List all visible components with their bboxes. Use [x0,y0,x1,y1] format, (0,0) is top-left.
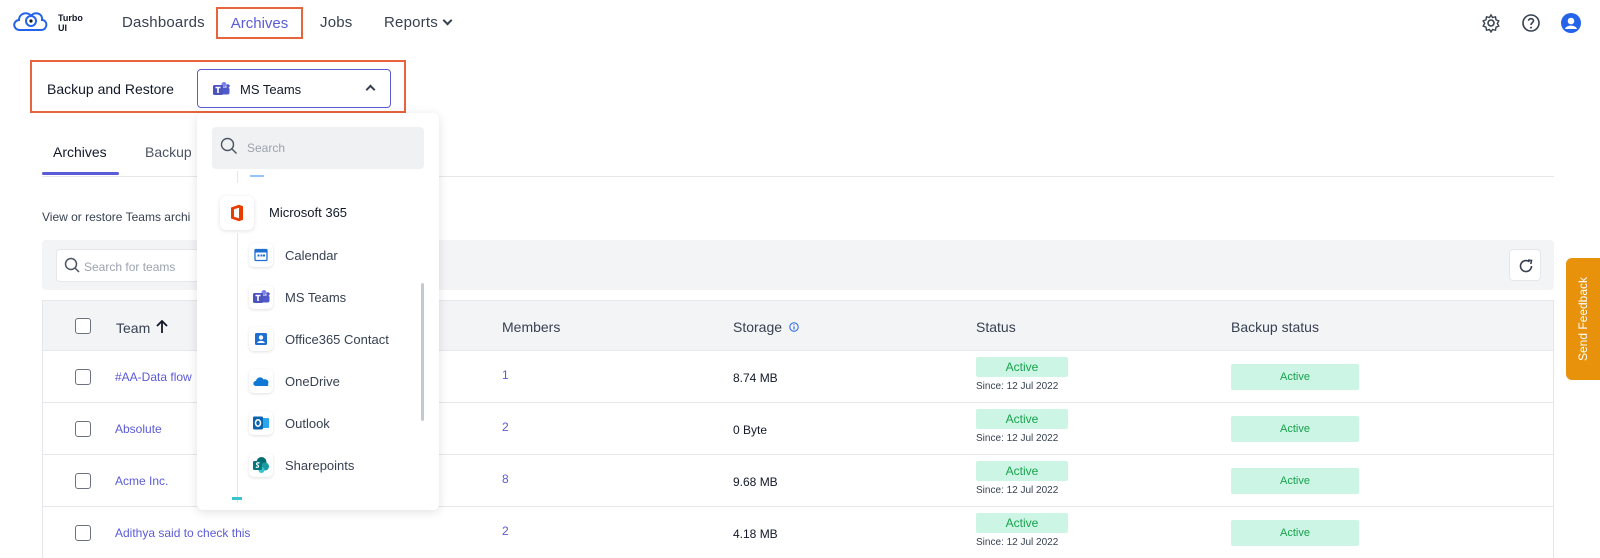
tab-backup[interactable]: Backup [145,144,192,160]
dropdown-item-sharepoints[interactable]: Sharepoints [197,445,439,485]
members-count-link[interactable]: 1 [502,368,509,382]
dropdown-item-label: OneDrive [285,374,340,389]
dropdown-item-calendar[interactable]: Calendar [197,235,439,275]
dropdown-search-input[interactable] [212,127,424,169]
user-avatar-icon[interactable] [1561,13,1581,33]
refresh-button[interactable] [1509,249,1541,281]
row-checkbox[interactable] [75,369,91,385]
dropdown-item-label: MS Teams [285,290,347,305]
status-since: Since: 12 Jul 2022 [976,485,1059,496]
status-since: Since: 12 Jul 2022 [976,433,1059,444]
dropdown-search-placeholder: Search [247,141,286,155]
search-icon [64,257,80,273]
dropdown-item-label: Office365 Contact [285,332,389,347]
header-status: Status [976,319,1016,335]
status-badge: Active [976,357,1068,377]
team-name-link[interactable]: Adithya said to check this [115,526,250,540]
backup-status-badge: Active [1231,416,1359,442]
status-badge: Active [976,461,1068,481]
header-storage-label: Storage [733,319,783,335]
active-tab-indicator [42,172,119,175]
page-description: View or restore Teams archi [42,210,191,224]
dropdown-item-onedrive[interactable]: OneDrive [197,361,439,401]
header-backup-status: Backup status [1231,319,1319,335]
header-members: Members [502,319,561,335]
backup-status-badge: Active [1231,468,1359,494]
microsoft-365-label[interactable]: Microsoft 365 [269,205,347,220]
row-checkbox[interactable] [75,421,91,437]
members-count-link[interactable]: 2 [502,524,509,538]
header-team-label: Team [116,320,151,336]
nav-dashboards[interactable]: Dashboards [122,14,205,31]
dropdown-item-ms-teams[interactable]: MS Teams [197,277,439,317]
members-count-link[interactable]: 8 [502,472,509,486]
cloud-logo-icon [13,12,48,31]
sort-ascending-icon [156,319,168,333]
storage-value: 9.68 MB [733,475,778,489]
send-feedback-button[interactable]: Send Feedback [1566,258,1600,380]
search-icon [220,137,237,154]
top-navbar: Turbo UI Dashboards Archives Jobs Report… [0,0,1600,46]
chevron-down-icon [442,15,453,26]
nav-archives[interactable]: Archives [216,7,303,39]
backup-status-badge: Active [1231,520,1359,546]
header-storage: Storage [733,319,799,335]
send-feedback-label: Send Feedback [1576,276,1590,362]
microsoft-365-group[interactable] [220,196,254,230]
partial-item-icon [250,171,264,177]
refresh-icon [1519,259,1533,273]
team-name-link[interactable]: Absolute [115,422,162,436]
nav-reports-label: Reports [384,14,438,31]
team-search-placeholder: Search for teams [84,260,176,274]
storage-value: 4.18 MB [733,527,778,541]
help-circle-icon[interactable] [1521,13,1541,33]
status-since: Since: 12 Jul 2022 [976,537,1059,548]
table-row: Adithya said to check this 2 4.18 MB Act… [43,507,1553,558]
sharepoint-icon [249,453,273,477]
outlook-icon [249,411,273,435]
dropdown-item-label: Calendar [285,248,338,263]
logo[interactable]: Turbo UI [10,6,90,38]
calendar-icon [249,243,273,267]
row-checkbox[interactable] [75,525,91,541]
status-badge: Active [976,513,1068,533]
row-checkbox[interactable] [75,473,91,489]
dropdown-item-label: Outlook [285,416,330,431]
ms-teams-icon [249,285,273,309]
status-badge: Active [976,409,1068,429]
dropdown-item-office365-contact[interactable]: Office365 Contact [197,319,439,359]
chevron-up-icon [365,84,376,95]
service-select-value: MS Teams [240,82,302,97]
team-name-link[interactable]: Acme Inc. [115,474,168,488]
partial-group-icon [232,497,242,503]
service-select[interactable]: MS Teams [197,69,391,108]
service-dropdown-menu: Search Microsoft 365 Calendar MS Teams O… [197,113,439,510]
select-all-checkbox[interactable] [75,318,91,334]
onedrive-icon [249,369,273,393]
info-icon[interactable] [789,322,799,332]
header-team[interactable]: Team [116,319,168,336]
dropdown-scrollbar[interactable] [421,283,424,421]
tab-archives[interactable]: Archives [53,144,107,160]
office-icon [231,204,243,222]
status-since: Since: 12 Jul 2022 [976,381,1059,392]
backup-status-badge: Active [1231,364,1359,390]
storage-value: 0 Byte [733,423,768,437]
team-name-link[interactable]: #AA-Data flow [115,370,192,384]
members-count-link[interactable]: 2 [502,420,509,434]
nav-jobs[interactable]: Jobs [320,14,353,31]
backup-restore-label: Backup and Restore [47,81,174,97]
dropdown-item-outlook[interactable]: Outlook [197,403,439,443]
gear-icon[interactable] [1481,13,1501,33]
logo-text: Turbo UI [58,13,83,33]
tree-connector [237,171,238,183]
dropdown-item-label: Sharepoints [285,458,355,473]
storage-value: 8.74 MB [733,371,778,385]
ms-teams-icon [213,82,230,95]
contact-icon [249,327,273,351]
nav-archives-label: Archives [230,15,289,32]
nav-reports[interactable]: Reports [384,14,453,31]
